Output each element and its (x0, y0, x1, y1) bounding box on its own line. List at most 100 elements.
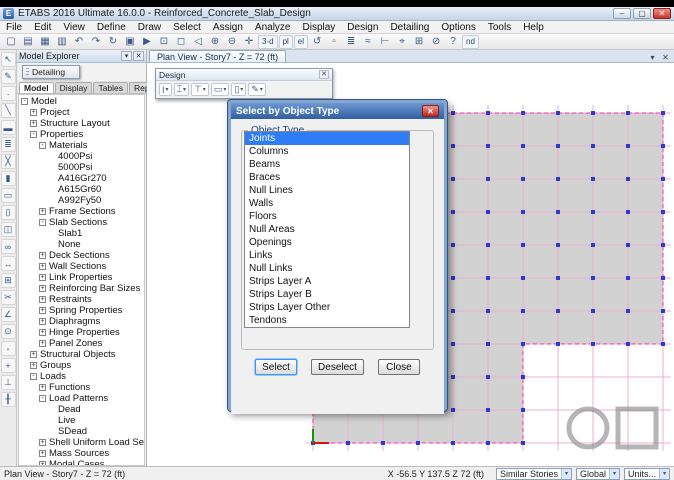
design-settings-icon[interactable]: ✎ ▾ (248, 83, 266, 96)
deselect-button[interactable]: Deselect (311, 359, 364, 375)
tree-node[interactable]: + Structure Layout (19, 118, 144, 129)
menu-item-select[interactable]: Select (167, 21, 207, 34)
expand-plus-icon[interactable]: + (39, 208, 46, 215)
menu-item-edit[interactable]: Edit (28, 21, 57, 34)
tab-list-icon[interactable]: ▾ (647, 52, 658, 62)
zoom-out-icon[interactable]: ⊖ (224, 35, 240, 49)
expand-plus-icon[interactable]: + (39, 384, 46, 391)
expand-plus-icon[interactable]: + (39, 450, 46, 457)
expand-plus-icon[interactable]: + (39, 439, 46, 446)
view-3d-icon[interactable]: 3-d (258, 34, 278, 49)
slab-design-icon[interactable]: ▭ ▾ (210, 83, 230, 96)
tree-node[interactable]: + Spring Properties (19, 305, 144, 316)
draw-dimension-line-icon[interactable]: ↔ (0, 256, 16, 271)
quick-draw-floor-icon[interactable]: ▭ (0, 188, 16, 203)
panel-close-icon[interactable]: ✕ (133, 51, 144, 61)
expand-plus-icon[interactable]: + (39, 296, 46, 303)
menu-item-define[interactable]: Define (91, 21, 132, 34)
detailing-nd-icon[interactable]: nd (462, 34, 479, 49)
draw-floor-icon[interactable]: ▮ (0, 171, 16, 186)
plan-view-tab[interactable]: Plan View - Story7 - Z = 72 (ft) (149, 50, 287, 62)
menu-item-file[interactable]: File (0, 21, 28, 34)
collapse-minus-icon[interactable]: - (39, 142, 46, 149)
expand-plus-icon[interactable]: + (30, 109, 37, 116)
view-elevation-icon[interactable]: el (293, 34, 309, 49)
dialog-close-icon[interactable]: ✕ (422, 105, 439, 117)
composite-beam-design-icon[interactable]: ⊤ ▾ (190, 83, 209, 96)
menu-item-view[interactable]: View (57, 21, 91, 34)
tree-node[interactable]: - Model (19, 96, 144, 107)
quick-draw-beam-icon[interactable]: ▬ (0, 120, 16, 135)
object-type-option[interactable]: Beams (245, 158, 409, 171)
lock-model-icon[interactable]: ▣ (122, 35, 138, 49)
tree-node[interactable]: + Project (19, 107, 144, 118)
previous-zoom-icon[interactable]: ◁ (190, 35, 206, 49)
zoom-in-icon[interactable]: ⊕ (207, 35, 223, 49)
menu-item-options[interactable]: Options (435, 21, 481, 34)
collapse-minus-icon[interactable]: - (30, 131, 37, 138)
tree-node[interactable]: + Wall Sections (19, 261, 144, 272)
rotate-3d-view-icon[interactable]: ↺ (309, 35, 325, 49)
drag-grip-icon[interactable] (26, 67, 29, 77)
object-type-option[interactable]: Floors (245, 210, 409, 223)
select-pointer-icon[interactable]: ↖ (0, 52, 16, 67)
tree-node[interactable]: - Properties (19, 129, 144, 140)
detailing-toolbar[interactable]: Detailing (22, 65, 80, 79)
collapse-minus-icon[interactable]: - (39, 395, 46, 402)
select-menu-icon[interactable]: ⌖ (394, 35, 410, 49)
maximize-button[interactable]: ▢ (633, 8, 651, 19)
collapse-minus-icon[interactable]: - (39, 219, 46, 226)
explorer-tab-tables[interactable]: Tables (93, 82, 129, 93)
tree-node[interactable]: + Diaphragms (19, 316, 144, 327)
tree-node[interactable]: + Link Properties (19, 272, 144, 283)
status-combo-similar-stories[interactable]: Similar Stories ▾ (495, 467, 572, 480)
expand-plus-icon[interactable]: + (30, 351, 37, 358)
status-combo-global[interactable]: Global ▾ (575, 467, 620, 480)
design-toolbar-close-icon[interactable]: ✕ (319, 70, 329, 79)
object-shrink-toggle-icon[interactable]: ▫ (326, 35, 342, 49)
menu-item-analyze[interactable]: Analyze (249, 21, 297, 34)
close-button[interactable]: ✕ (653, 8, 671, 19)
select-button[interactable]: Select (255, 359, 298, 375)
measure-tool-icon[interactable]: ∠ (0, 307, 16, 322)
snap-to-joints-icon[interactable]: ⊙ (0, 324, 16, 339)
menu-item-tools[interactable]: Tools (482, 21, 517, 34)
draw-link-icon[interactable]: ∞ (0, 239, 16, 254)
save-model-icon[interactable]: ▦ (37, 35, 53, 49)
undo-icon[interactable]: ↶ (71, 35, 87, 49)
object-type-option[interactable]: Openings (245, 236, 409, 249)
tree-node[interactable]: + Functions (19, 382, 144, 393)
tree-node[interactable]: - Load Patterns (19, 393, 144, 404)
tree-node[interactable]: - Materials (19, 140, 144, 151)
set-display-options-icon[interactable]: ≣ (343, 35, 359, 49)
object-type-option[interactable]: Null Links (245, 262, 409, 275)
object-type-option[interactable]: Walls (245, 197, 409, 210)
refresh-window-icon[interactable]: ↻ (105, 35, 121, 49)
new-model-icon[interactable]: ▢ (3, 35, 19, 49)
view-plan-icon[interactable]: pl (278, 34, 293, 49)
snap-to-lines-icon[interactable]: ╂ (0, 392, 16, 407)
expand-plus-icon[interactable]: + (39, 263, 46, 270)
tree-node[interactable]: + Modal Cases (19, 459, 144, 465)
tree-node[interactable]: + Mass Sources (19, 448, 144, 459)
reshape-object-icon[interactable]: ✎ (0, 69, 16, 84)
help-icon[interactable]: ? (445, 35, 461, 49)
draw-grid-line-icon[interactable]: ⊞ (0, 273, 16, 288)
tree-node[interactable]: + Frame Sections (19, 206, 144, 217)
clear-selection-icon[interactable]: ⊘ (428, 35, 444, 49)
menu-item-design[interactable]: Design (341, 21, 384, 34)
object-type-option[interactable]: Null Lines (245, 184, 409, 197)
tree-node[interactable]: A416Gr270 (19, 173, 144, 184)
menu-item-display[interactable]: Display (297, 21, 342, 34)
run-analysis-icon[interactable]: ▶ (139, 35, 155, 49)
concrete-frame-design-icon[interactable]: ⌶ ▾ (173, 83, 189, 96)
expand-plus-icon[interactable]: + (30, 362, 37, 369)
expand-plus-icon[interactable]: + (30, 120, 37, 127)
draw-section-cut-icon[interactable]: ✂ (0, 290, 16, 305)
quick-draw-secondary-beams-icon[interactable]: ≣ (0, 137, 16, 152)
collapse-minus-icon[interactable]: - (21, 98, 28, 105)
object-type-option[interactable]: Braces (245, 171, 409, 184)
menu-item-help[interactable]: Help (517, 21, 550, 34)
object-type-listbox[interactable]: Joints Columns Beams Braces Null Lines Walls F… (244, 131, 410, 328)
object-type-option[interactable]: Strips Layer A (245, 275, 409, 288)
